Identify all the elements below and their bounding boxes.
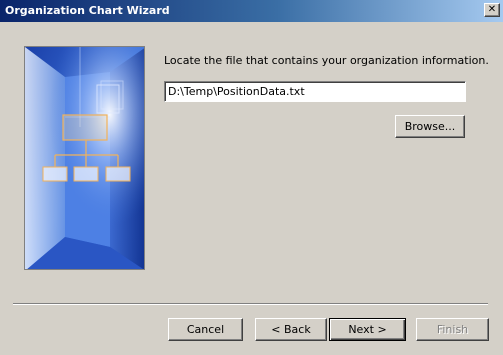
wizard-illustration xyxy=(24,46,145,270)
finish-button-label: Finish xyxy=(436,323,469,336)
close-button[interactable]: ✕ xyxy=(484,3,500,17)
close-icon: ✕ xyxy=(487,4,497,15)
cancel-button-label: Cancel xyxy=(186,323,225,336)
footer-separator xyxy=(13,303,488,305)
next-button[interactable]: Next > xyxy=(329,318,406,341)
title-bar[interactable]: Organization Chart Wizard ✕ xyxy=(0,0,503,22)
next-button-label: Next > xyxy=(348,323,387,336)
instruction-text: Locate the file that contains your organ… xyxy=(164,54,489,67)
file-path-input[interactable] xyxy=(164,81,466,102)
browse-button[interactable]: Browse... xyxy=(395,115,465,138)
org-chart-illustration-icon xyxy=(25,47,144,269)
window-title: Organization Chart Wizard xyxy=(5,4,170,17)
cancel-button[interactable]: Cancel xyxy=(168,318,243,341)
browse-button-label: Browse... xyxy=(404,120,456,133)
finish-button[interactable]: Finish xyxy=(416,318,489,341)
back-button[interactable]: < Back xyxy=(255,318,327,341)
back-button-label: < Back xyxy=(271,323,311,336)
